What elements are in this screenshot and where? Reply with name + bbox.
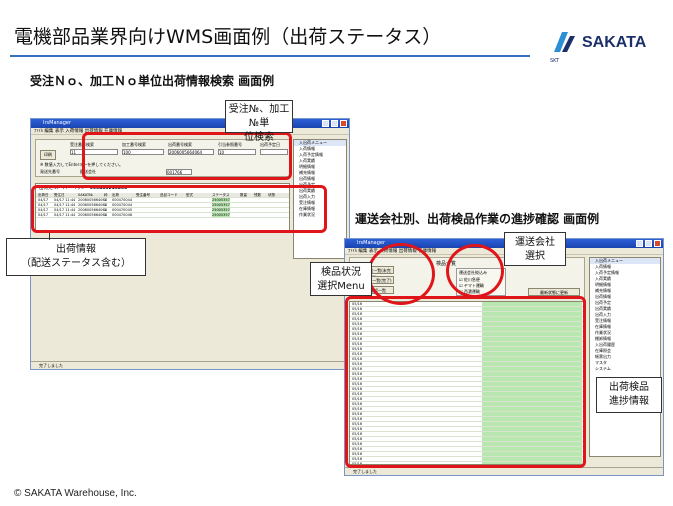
callout-carrier: 運送会社 選択 xyxy=(504,232,566,266)
callout-shipment: 出荷情報 （配送ステータス含む） xyxy=(6,238,146,276)
callout-search-line2: 位検索 xyxy=(244,132,274,143)
side-menu-tree: 入出荷メニュー 入荷情報 入荷予定情報 入荷実績 明細情報 補充情報 出荷情報 … xyxy=(589,257,661,457)
callout-shipment-line1: 出荷情報 xyxy=(56,244,96,255)
callout-search: 受注№、加工№単 位検索 xyxy=(225,100,293,143)
callout-carrier-line1: 運送会社 xyxy=(515,237,555,248)
close-icon[interactable] xyxy=(654,240,661,247)
copyright: © SAKATA Warehouse, Inc. xyxy=(14,488,137,499)
highlight-carrier-circle xyxy=(446,244,504,298)
callout-menu-line2: 選択Menu xyxy=(317,281,365,292)
minimize-icon[interactable] xyxy=(636,240,643,247)
callout-progress: 出荷検品 進捗情報 xyxy=(596,377,662,413)
callout-carrier-line2: 選択 xyxy=(525,251,545,262)
close-icon[interactable] xyxy=(340,120,347,127)
sakata-logo-mark-icon xyxy=(554,32,575,52)
status-bar: 完了しました xyxy=(31,361,349,369)
window-title: IrsManager xyxy=(43,120,72,126)
section-heading-progress: 運送会社別、出荷検品作業の進捗確認 画面例 xyxy=(355,212,600,226)
highlight-progress-area xyxy=(345,296,586,468)
slide-title: 電機部品業界向けWMS画面例（出荷ステータス） xyxy=(14,26,442,48)
status-bar: 完了しました xyxy=(345,467,663,475)
window-titlebar: IrsManager xyxy=(31,119,349,128)
print-button[interactable]: 印刷 xyxy=(40,150,56,160)
side-menu-item[interactable]: システム xyxy=(590,366,660,372)
highlight-shipment-area xyxy=(31,185,327,233)
row-label-destination: 発送先番号 xyxy=(40,169,60,174)
logo-subtext: SKT xyxy=(550,58,560,64)
callout-menu-line1: 検品状況 xyxy=(321,267,361,278)
refresh-button[interactable]: 最新状態に更新 xyxy=(528,288,580,296)
callout-menu: 検品状況 選択Menu xyxy=(310,262,372,296)
maximize-icon[interactable] xyxy=(331,120,338,127)
callout-connector xyxy=(49,233,50,240)
sakata-logo: SAKATA SKT xyxy=(548,28,663,64)
logo-text: SAKATA xyxy=(582,34,647,51)
callout-progress-line1: 出荷検品 xyxy=(609,382,649,393)
callout-shipment-line2: （配送ステータス含む） xyxy=(21,258,131,269)
window-title: IrsManager xyxy=(357,240,386,246)
callout-progress-line2: 進捗情報 xyxy=(609,396,649,407)
maximize-icon[interactable] xyxy=(645,240,652,247)
callout-search-line1: 受注№、加工№単 xyxy=(228,104,290,129)
minimize-icon[interactable] xyxy=(322,120,329,127)
section-heading-search: 受注Ｎｏ、加工Ｎｏ単位出荷情報検索 画面例 xyxy=(30,74,275,88)
title-divider xyxy=(10,55,530,57)
